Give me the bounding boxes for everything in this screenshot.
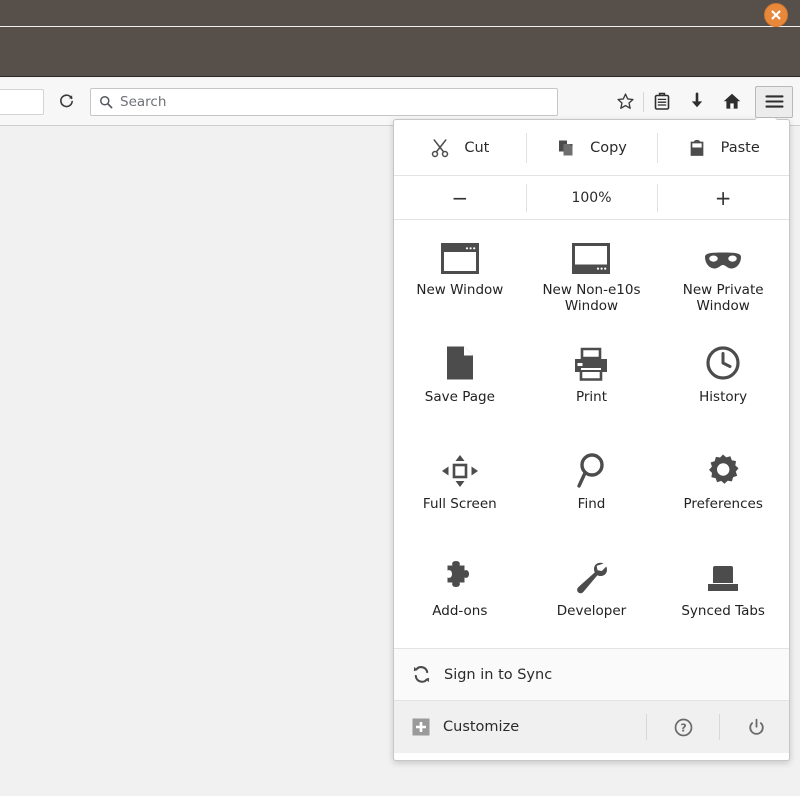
gear-icon	[705, 448, 741, 488]
reader-list-button[interactable]	[645, 87, 679, 117]
menu-item-synced-tabs[interactable]: Synced Tabs	[657, 541, 789, 648]
help-question-icon: ?	[674, 718, 693, 737]
footer-divider	[646, 714, 647, 740]
svg-text:?: ?	[680, 721, 686, 734]
search-icon	[99, 95, 113, 109]
new-non-e10s-window-icon	[572, 234, 610, 274]
help-button[interactable]: ?	[660, 710, 706, 744]
cut-label: Cut	[464, 140, 489, 156]
title-bar	[0, 0, 800, 26]
clipboard-icon	[687, 138, 707, 158]
menu-item-print[interactable]: Print	[526, 327, 658, 434]
zoom-out-button[interactable]: −	[394, 176, 526, 219]
document-icon	[445, 341, 475, 381]
home-button[interactable]	[715, 87, 749, 117]
menu-item-label: New Private Window	[663, 283, 783, 315]
magnifier-icon	[574, 448, 608, 488]
menu-item-label: Save Page	[425, 390, 495, 406]
search-input[interactable]: Search	[90, 88, 558, 116]
toolbar-divider	[643, 92, 644, 112]
home-icon	[722, 92, 742, 111]
menu-item-label: New Window	[416, 283, 503, 299]
mask-icon	[703, 234, 743, 274]
synced-device-icon	[704, 555, 742, 595]
menu-item-full-screen[interactable]: Full Screen	[394, 434, 526, 541]
url-bar-stub[interactable]	[0, 89, 44, 115]
menu-item-preferences[interactable]: Preferences	[657, 434, 789, 541]
customize-plus-icon	[412, 718, 430, 736]
menu-item-new-window[interactable]: New Window	[394, 220, 526, 327]
reading-list-icon	[653, 92, 671, 111]
menu-item-label: Print	[576, 390, 607, 406]
power-quit-icon	[747, 718, 766, 737]
zoom-out-label: −	[451, 188, 468, 208]
copy-button[interactable]: Copy	[526, 120, 658, 175]
puzzle-icon	[442, 555, 478, 595]
edit-controls-row: Cut Copy Paste	[394, 120, 789, 176]
menu-item-grid: New Window New Non-e10s Window	[394, 220, 789, 649]
toolbar-right-buttons	[608, 86, 800, 118]
sync-label: Sign in to Sync	[444, 667, 552, 683]
sync-icon	[412, 665, 431, 684]
hamburger-menu-button[interactable]	[755, 86, 793, 118]
menu-item-label: Find	[578, 497, 606, 513]
star-icon	[616, 92, 635, 111]
menu-item-label: History	[699, 390, 747, 406]
search-placeholder-text: Search	[120, 94, 166, 110]
app-menu-panel: Cut Copy Paste −	[393, 119, 790, 761]
menu-item-add-ons[interactable]: Add-ons	[394, 541, 526, 648]
zoom-controls-row: − 100% +	[394, 176, 789, 220]
reload-icon	[58, 93, 75, 110]
quit-button[interactable]	[733, 710, 779, 744]
paste-button[interactable]: Paste	[657, 120, 789, 175]
customize-row: Customize ?	[394, 701, 789, 753]
scissors-icon	[430, 138, 450, 158]
menu-item-find[interactable]: Find	[526, 434, 658, 541]
reload-button[interactable]	[50, 87, 82, 117]
menu-item-label: Synced Tabs	[681, 604, 765, 620]
menu-item-label: Preferences	[683, 497, 762, 513]
sign-in-to-sync-button[interactable]: Sign in to Sync	[394, 649, 789, 701]
copy-label: Copy	[590, 140, 627, 156]
menu-item-label: New Non-e10s Window	[531, 283, 651, 315]
menu-item-new-non-e10s-window[interactable]: New Non-e10s Window	[526, 220, 658, 327]
clock-icon	[705, 341, 741, 381]
zoom-in-button[interactable]: +	[657, 176, 789, 219]
copy-pages-icon	[556, 138, 576, 158]
download-arrow-icon	[688, 92, 706, 111]
menu-item-label: Add-ons	[432, 604, 487, 620]
new-window-icon	[441, 234, 479, 274]
menu-item-history[interactable]: History	[657, 327, 789, 434]
customize-label[interactable]: Customize	[443, 719, 519, 735]
bookmark-star-button[interactable]	[608, 87, 642, 117]
zoom-level-label: 100%	[571, 190, 611, 206]
menu-item-save-page[interactable]: Save Page	[394, 327, 526, 434]
zoom-level-reset-button[interactable]: 100%	[526, 176, 658, 219]
browser-window: Search	[0, 0, 800, 796]
cut-button[interactable]: Cut	[394, 120, 526, 175]
menu-item-label: Developer	[557, 604, 626, 620]
wrench-icon	[573, 555, 609, 595]
menu-item-label: Full Screen	[423, 497, 497, 513]
menu-item-developer[interactable]: Developer	[526, 541, 658, 648]
menu-item-new-private-window[interactable]: New Private Window	[657, 220, 789, 327]
printer-icon	[572, 341, 610, 381]
fullscreen-icon	[441, 448, 479, 488]
zoom-in-label: +	[715, 188, 732, 208]
tab-bar[interactable]	[0, 27, 800, 77]
close-window-button[interactable]	[764, 3, 788, 27]
close-icon	[770, 9, 782, 21]
hamburger-icon	[765, 94, 784, 109]
footer-divider	[719, 714, 720, 740]
downloads-button[interactable]	[680, 87, 714, 117]
paste-label: Paste	[721, 140, 760, 156]
